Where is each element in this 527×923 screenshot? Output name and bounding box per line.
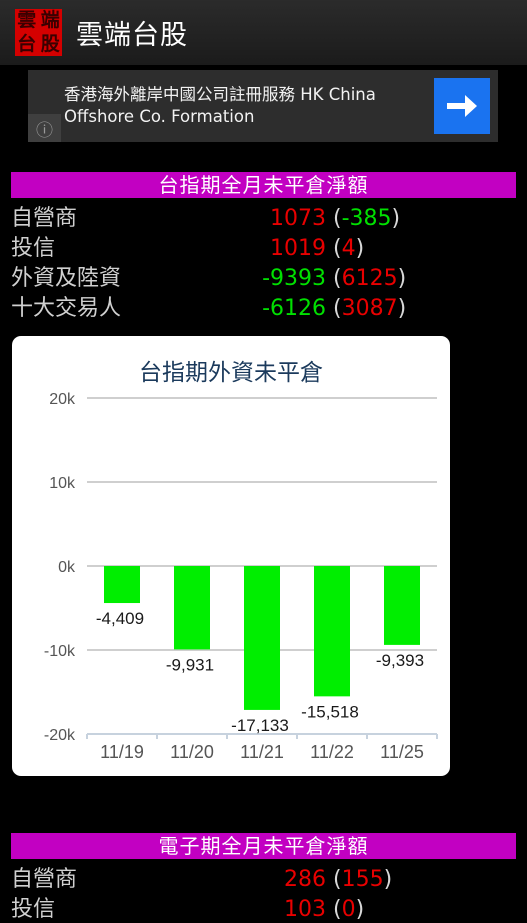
bar (244, 566, 280, 710)
section-title: 電子期全月未平倉淨額 (11, 833, 516, 859)
table-row: 投信 1019 (4) (11, 230, 516, 261)
bar (174, 566, 210, 650)
bar-value-label: -15,518 (301, 702, 359, 721)
bar-value-label: -17,133 (231, 716, 289, 735)
ad-text: 香港海外離岸中國公司註冊服務 HK China Offshore Co. For… (64, 85, 376, 126)
row-label: 十大交易人 (11, 296, 122, 321)
y-axis-tick-label: -10k (44, 643, 76, 660)
ad-arrow-button[interactable] (434, 78, 490, 134)
x-axis-tick-label: 11/22 (310, 742, 354, 762)
section-electronic-futures: 電子期全月未平倉淨額 自營商 286 (155) 投信 103 (0) (0, 833, 527, 922)
row-change-text: 3087 (341, 296, 398, 321)
app-logo: 雲 端 台 股 (15, 9, 62, 56)
row-change: (3087) (333, 296, 407, 321)
row-change-text: -385 (341, 206, 392, 231)
y-axis-tick-label: -20k (44, 727, 76, 744)
ad-info-icon[interactable]: ⓘ (28, 114, 61, 142)
table-row: 外資及陸資 -9393 (6125) (11, 260, 516, 291)
section-title: 台指期全月未平倉淨額 (11, 172, 516, 198)
bar-chart-svg: 20k 10k 0k -10k -20k -4,409 11/19 -9,931 11/20 -1… (44, 391, 438, 762)
section-rows: 自營商 286 (155) 投信 103 (0) (11, 859, 516, 922)
row-value-text: 286 (284, 867, 326, 892)
row-value-text: -6126 (262, 296, 326, 321)
table-row: 投信 103 (0) (11, 891, 516, 922)
row-change: (6125) (333, 266, 407, 291)
ad-banner[interactable]: ⓘ 香港海外離岸中國公司註冊服務 HK China Offshore Co. F… (28, 70, 498, 142)
row-value: -6126 (206, 296, 326, 321)
section-rows: 自營商 1073 (-385) 投信 1019 (4) 外資及陸資 -9393 … (11, 198, 516, 321)
row-label: 自營商 (11, 206, 78, 231)
row-value: 286 (206, 867, 326, 892)
row-change: (-385) (333, 206, 401, 231)
bar-value-label: -9,931 (166, 655, 214, 674)
row-change: (155) (333, 867, 393, 892)
row-change-text: 4 (341, 236, 356, 261)
table-row: 十大交易人 -6126 (3087) (11, 290, 516, 321)
x-axis-tick-label: 11/19 (100, 742, 144, 762)
action-bar: 雲 端 台 股 雲端台股 (0, 0, 527, 66)
logo-char-2: 端 (40, 9, 60, 32)
row-value-text: -9393 (262, 266, 326, 291)
arrow-right-icon (447, 95, 477, 117)
row-change: (0) (333, 897, 365, 922)
row-value: 103 (206, 897, 326, 922)
x-axis-tick-label: 11/20 (170, 742, 214, 762)
section-taiex-futures: 台指期全月未平倉淨額 自營商 1073 (-385) 投信 1019 (4) 外… (0, 172, 527, 321)
table-row: 自營商 286 (155) (11, 861, 516, 892)
row-label: 投信 (11, 897, 56, 922)
logo-char-4: 股 (40, 32, 60, 55)
bar-value-label: -9,393 (376, 651, 424, 670)
row-change-text: 155 (341, 867, 384, 892)
bar (314, 566, 350, 697)
row-value-text: 1073 (270, 206, 326, 231)
row-label: 自營商 (11, 867, 78, 892)
row-value: 1019 (206, 236, 326, 261)
y-axis-tick-label: 20k (49, 391, 76, 408)
bar (384, 566, 420, 645)
row-label: 外資及陸資 (11, 266, 122, 291)
row-value-text: 103 (284, 897, 326, 922)
app-title: 雲端台股 (76, 20, 188, 51)
row-label: 投信 (11, 236, 56, 261)
row-change-text: 6125 (341, 266, 398, 291)
bar (104, 566, 140, 604)
chart-card[interactable]: 台指期外資未平倉 20k 10k 0k -10k -20k -4,409 11/19 -9,9… (12, 336, 450, 776)
logo-char-3: 台 (17, 32, 37, 55)
table-row: 自營商 1073 (-385) (11, 200, 516, 231)
chart-plot-area: 20k 10k 0k -10k -20k -4,409 11/19 -9,931 11/20 -1… (12, 336, 450, 776)
row-value-text: 1019 (270, 236, 326, 261)
row-value: -9393 (206, 266, 326, 291)
y-axis-tick-label: 10k (49, 475, 76, 492)
row-change: (4) (333, 236, 365, 261)
y-axis-tick-label: 0k (58, 559, 76, 576)
x-axis-tick-label: 11/21 (240, 742, 284, 762)
bar-value-label: -4,409 (96, 609, 144, 628)
x-axis-tick-label: 11/25 (380, 742, 424, 762)
row-value: 1073 (206, 206, 326, 231)
logo-char-1: 雲 (17, 9, 37, 32)
row-change-text: 0 (341, 897, 356, 922)
